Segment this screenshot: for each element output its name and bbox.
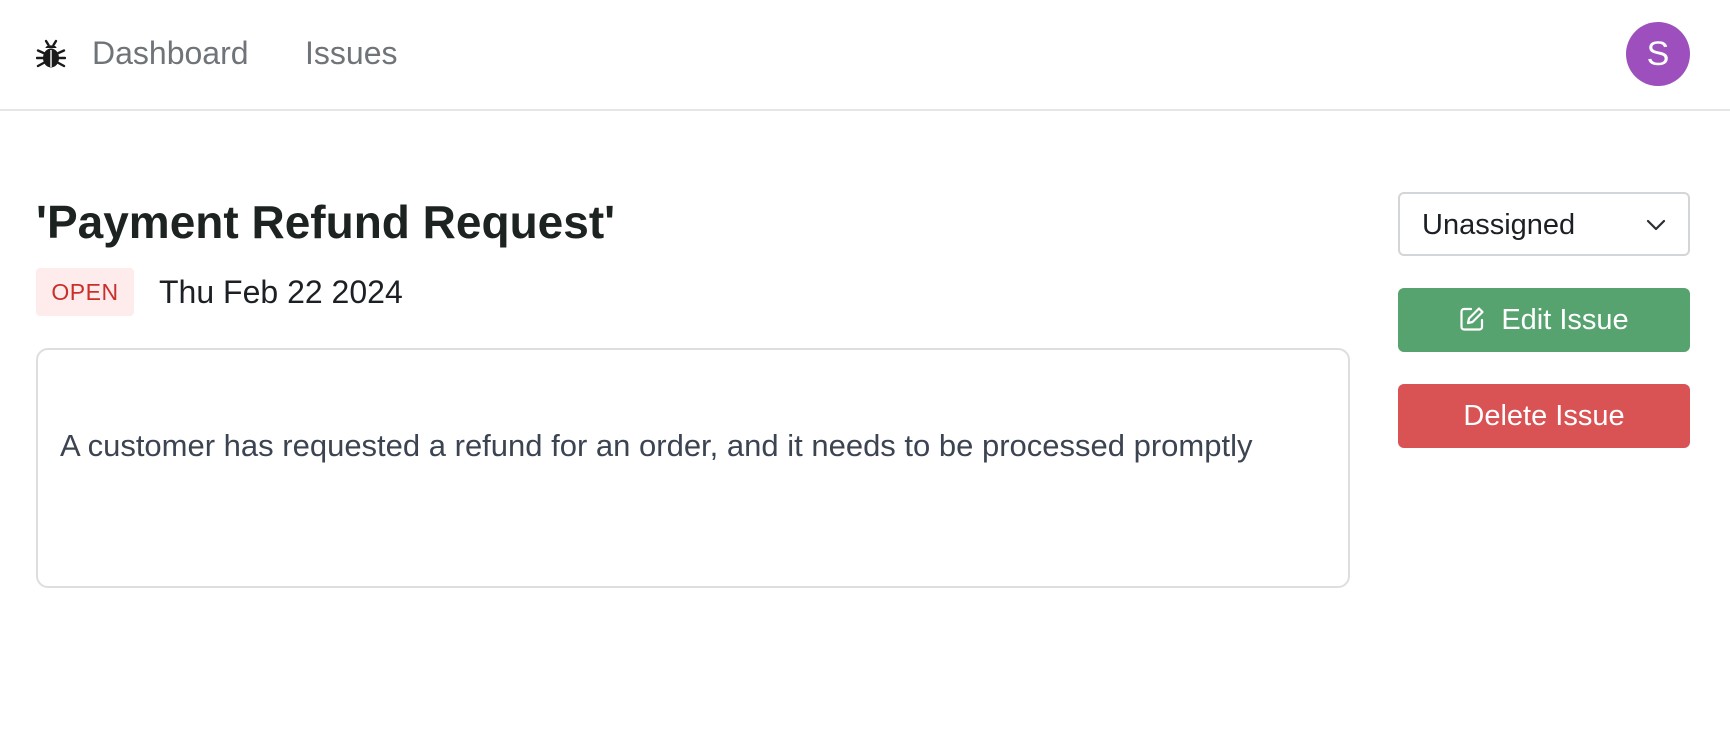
bug-icon[interactable] — [36, 38, 66, 70]
top-navbar: Dashboard Issues S — [0, 0, 1730, 111]
assignee-select[interactable]: Unassigned — [1398, 192, 1690, 256]
edit-issue-label: Edit Issue — [1501, 304, 1629, 336]
chevron-down-icon — [1646, 219, 1666, 231]
user-avatar[interactable]: S — [1626, 22, 1690, 86]
edit-icon — [1460, 307, 1484, 331]
assignee-selected-value: Unassigned — [1422, 209, 1576, 241]
issue-date: Thu Feb 22 2024 — [159, 274, 403, 310]
issue-title: 'Payment Refund Request' — [36, 196, 616, 248]
status-badge: OPEN — [36, 268, 134, 316]
edit-issue-button[interactable]: Edit Issue — [1398, 288, 1690, 352]
delete-issue-label: Delete Issue — [1463, 400, 1625, 432]
nav-link-dashboard[interactable]: Dashboard — [92, 33, 249, 73]
issue-description: A customer has requested a refund for an… — [60, 428, 1253, 463]
description-card: A customer has requested a refund for an… — [36, 348, 1350, 588]
delete-issue-button[interactable]: Delete Issue — [1398, 384, 1690, 448]
nav-link-issues[interactable]: Issues — [305, 33, 397, 73]
